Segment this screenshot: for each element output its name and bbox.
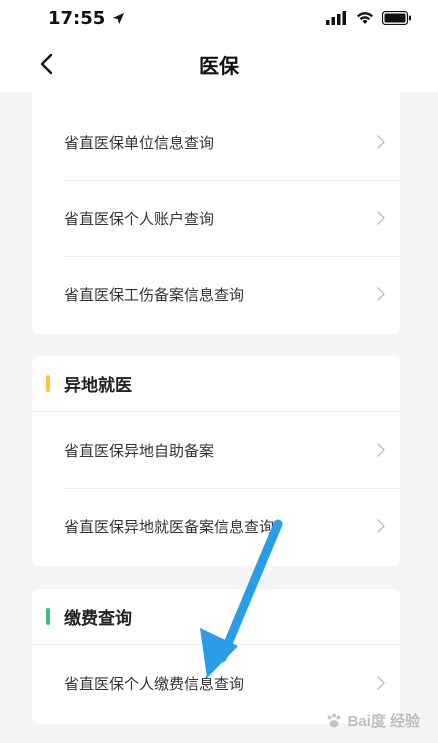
list-item-label: 省直医保个人缴费信息查询 <box>64 674 245 693</box>
status-icons <box>326 11 412 25</box>
list-item-label: 省直医保个人账户查询 <box>64 209 215 228</box>
list-item-remote-self-filing[interactable]: 省直医保异地自助备案 <box>32 412 400 488</box>
list-item-label: 省直医保工伤备案信息查询 <box>64 285 245 304</box>
section-accent-bar <box>46 608 50 625</box>
chevron-right-icon <box>377 676 385 690</box>
section-accent-bar <box>46 375 50 392</box>
list-item-personal-account[interactable]: 省直医保个人账户查询 <box>32 180 400 256</box>
paw-logo-icon <box>328 713 341 727</box>
nav-bar: 医保 <box>0 36 438 92</box>
section-header: 缴费查询 <box>32 589 400 645</box>
list-item-unit-info[interactable]: 省直医保单位信息查询 <box>32 104 400 180</box>
list-item-injury-filing[interactable]: 省直医保工伤备案信息查询 <box>32 256 400 332</box>
cellular-signal-icon <box>326 11 346 25</box>
chevron-right-icon <box>377 287 385 301</box>
section-title: 异地就医 <box>64 376 132 396</box>
status-time: 17:55 <box>48 8 126 29</box>
section-header: 异地就医 <box>32 356 400 412</box>
watermark-text: Bai度 经验 <box>347 713 420 730</box>
list-item-label: 省直医保异地自助备案 <box>64 441 215 460</box>
wifi-icon <box>357 12 373 24</box>
chevron-right-icon <box>377 519 385 533</box>
status-bar: 17:55 <box>0 0 438 36</box>
list-item-label: 省直医保异地就医备案信息查询 <box>64 517 275 536</box>
chevron-right-icon <box>377 211 385 225</box>
list-item-remote-filing-query[interactable]: 省直医保异地就医备案信息查询 <box>32 488 400 564</box>
list-item-label: 省直医保单位信息查询 <box>64 133 215 152</box>
status-time-text: 17:55 <box>48 7 106 29</box>
main-content[interactable]: 省直医保单位信息查询 省直医保个人账户查询 省直医保工伤备案信息查询 异地就医 … <box>0 92 438 743</box>
chevron-right-icon <box>377 135 385 149</box>
section-card-payment: 缴费查询 省直医保个人缴费信息查询 <box>32 589 400 724</box>
page-title: 医保 <box>199 53 239 78</box>
location-arrow-icon <box>113 12 125 24</box>
back-button[interactable] <box>34 50 58 78</box>
watermark: Bai度 经验 <box>325 710 420 731</box>
chevron-left-icon <box>40 53 53 75</box>
section-card-remote-medical: 异地就医 省直医保异地自助备案 省直医保异地就医备案信息查询 <box>32 356 400 566</box>
section-title: 缴费查询 <box>64 609 132 629</box>
battery-icon <box>382 11 411 25</box>
chevron-right-icon <box>377 443 385 457</box>
section-card-query: 省直医保单位信息查询 省直医保个人账户查询 省直医保工伤备案信息查询 <box>32 92 400 334</box>
